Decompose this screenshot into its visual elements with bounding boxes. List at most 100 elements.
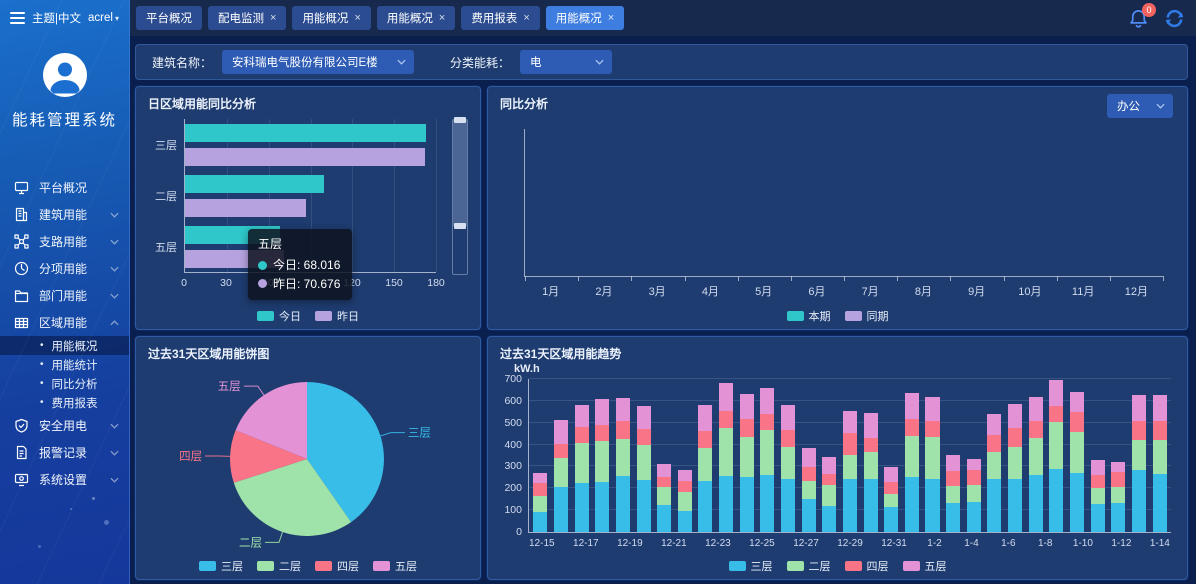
legend-item-同期[interactable]: 同期 <box>845 308 889 324</box>
pie-chart[interactable]: 三层二层四层五层 <box>136 357 482 553</box>
pie-label: 五层 <box>218 380 241 393</box>
tab-close-icon[interactable]: × <box>354 13 360 24</box>
legend-item-三层[interactable]: 三层 <box>729 558 773 574</box>
bar-stack-12-20[interactable] <box>637 379 651 532</box>
bar-stack-12-15[interactable] <box>533 379 547 532</box>
tab-6[interactable]: 用能概况× <box>546 6 624 30</box>
bar-stack-1-7[interactable] <box>1008 379 1022 532</box>
tab-1[interactable]: 平台概况 <box>136 6 202 30</box>
tab-4[interactable]: 用能概况× <box>377 6 455 30</box>
axis-tick <box>1163 276 1164 281</box>
bar-stack-12-27[interactable] <box>781 379 795 532</box>
sidebar-item-分项用能[interactable]: 分项用能 <box>0 255 129 282</box>
hamburger-menu-icon[interactable] <box>10 12 25 24</box>
segment-二层 <box>678 492 692 511</box>
legend-item-四层[interactable]: 四层 <box>315 558 359 574</box>
theme-language-label[interactable]: 主题|中文 <box>32 10 81 26</box>
axis-tick-label: 1月 <box>524 283 577 299</box>
bar-stack-1-8[interactable] <box>1029 379 1043 532</box>
refresh-icon[interactable] <box>1163 7 1186 30</box>
building-select[interactable]: 安科瑞电气股份有限公司E楼 <box>222 50 414 74</box>
bar-stack-1-11[interactable] <box>1091 379 1105 532</box>
sidebar-item-区域用能[interactable]: 区域用能 <box>0 309 129 336</box>
legend-item-昨日[interactable]: 昨日 <box>315 308 359 324</box>
legend-item-今日[interactable]: 今日 <box>257 308 301 324</box>
tab-close-icon[interactable]: × <box>523 13 529 24</box>
legend-item-四层[interactable]: 四层 <box>845 558 889 574</box>
tooltip-row: 昨日: 70.676 <box>258 275 340 294</box>
bar-stack-12-25[interactable] <box>740 379 754 532</box>
bar-stack-12-23[interactable] <box>698 379 712 532</box>
bar-昨日[interactable] <box>185 199 306 217</box>
chevron-down-icon <box>110 293 119 299</box>
segment-二层 <box>987 452 1001 478</box>
bar-stack-12-17[interactable] <box>575 379 589 532</box>
notification-bell-icon[interactable]: 0 <box>1128 8 1149 29</box>
bar-stack-12-30[interactable] <box>843 379 857 532</box>
bar-stack-12-24[interactable] <box>719 379 733 532</box>
bar-stack-12-18[interactable] <box>595 379 609 532</box>
bar-stack-12-29[interactable] <box>822 379 836 532</box>
datazoom-handle-top[interactable] <box>454 117 466 123</box>
tab-close-icon[interactable]: × <box>608 13 614 24</box>
sidebar-item-建筑用能[interactable]: 建筑用能 <box>0 201 129 228</box>
bar-昨日[interactable] <box>185 148 425 166</box>
tab-close-icon[interactable]: × <box>270 13 276 24</box>
legend-item-二层[interactable]: 二层 <box>257 558 301 574</box>
sidebar-item-报警记录[interactable]: 报警记录 <box>0 439 129 466</box>
legend-item-二层[interactable]: 二层 <box>787 558 831 574</box>
sidebar-subitem-同比分析[interactable]: •同比分析 <box>0 374 129 393</box>
bar-stack-1-6[interactable] <box>987 379 1001 532</box>
bar-今日[interactable] <box>185 124 426 142</box>
axis-tick <box>525 276 526 281</box>
bar-stack-12-26[interactable] <box>760 379 774 532</box>
bar-stack-12-31[interactable] <box>864 379 878 532</box>
energy-select[interactable]: 电 <box>520 50 612 74</box>
sidebar-subitem-用能概况[interactable]: •用能概况 <box>0 336 129 355</box>
tab-2[interactable]: 配电监测× <box>208 6 286 30</box>
bar-stack-1-14[interactable] <box>1153 379 1167 532</box>
bar-stack-1-1[interactable] <box>884 379 898 532</box>
sidebar-item-部门用能[interactable]: 部门用能 <box>0 282 129 309</box>
tooltip-title: 五层 <box>258 235 340 252</box>
bar-stack-1-13[interactable] <box>1132 379 1146 532</box>
bar-stack-12-16[interactable] <box>554 379 568 532</box>
bar-stack-1-4[interactable] <box>946 379 960 532</box>
datazoom-slider[interactable] <box>452 119 468 275</box>
bar-stack-1-3[interactable] <box>925 379 939 532</box>
bar-stack-12-22[interactable] <box>678 379 692 532</box>
datazoom-selection[interactable] <box>453 120 467 226</box>
legend-swatch <box>257 311 274 321</box>
bar-stack-1-9[interactable] <box>1049 379 1063 532</box>
bar-stack-1-10[interactable] <box>1070 379 1084 532</box>
bar-stack-12-21[interactable] <box>657 379 671 532</box>
sidebar-subitem-用能统计[interactable]: •用能统计 <box>0 355 129 374</box>
bar-今日[interactable] <box>185 175 324 193</box>
sidebar-subitem-费用报表[interactable]: •费用报表 <box>0 393 129 412</box>
bar-stack-12-19[interactable] <box>616 379 630 532</box>
category-label: 五层 <box>155 239 177 255</box>
bar-stack-12-28[interactable] <box>802 379 816 532</box>
sidebar-item-平台概况[interactable]: 平台概况 <box>0 174 129 201</box>
bar-stack-1-5[interactable] <box>967 379 981 532</box>
legend-item-本期[interactable]: 本期 <box>787 308 831 324</box>
tab-5[interactable]: 费用报表× <box>461 6 539 30</box>
bar-stack-1-12[interactable] <box>1111 379 1125 532</box>
legend-item-五层[interactable]: 五层 <box>373 558 417 574</box>
yoy-xlabels: 1月2月3月4月5月6月7月8月9月10月11月12月 <box>524 283 1163 299</box>
axis-tick-label: 300 <box>504 460 522 472</box>
sidebar-item-系统设置[interactable]: 系统设置 <box>0 466 129 493</box>
segment-四层 <box>1008 428 1022 447</box>
legend-item-五层[interactable]: 五层 <box>903 558 947 574</box>
sidebar-item-支路用能[interactable]: 支路用能 <box>0 228 129 255</box>
yoy-type-select[interactable]: 办公 <box>1107 94 1173 118</box>
tab-3[interactable]: 用能概况× <box>292 6 370 30</box>
legend-item-三层[interactable]: 三层 <box>199 558 243 574</box>
user-menu[interactable]: acrel ▾ <box>88 12 119 24</box>
segment-五层 <box>843 411 857 433</box>
datazoom-handle-bottom[interactable] <box>454 223 466 229</box>
bar-slot <box>613 379 634 532</box>
sidebar-item-安全用电[interactable]: 安全用电 <box>0 412 129 439</box>
bar-stack-1-2[interactable] <box>905 379 919 532</box>
tab-close-icon[interactable]: × <box>439 13 445 24</box>
